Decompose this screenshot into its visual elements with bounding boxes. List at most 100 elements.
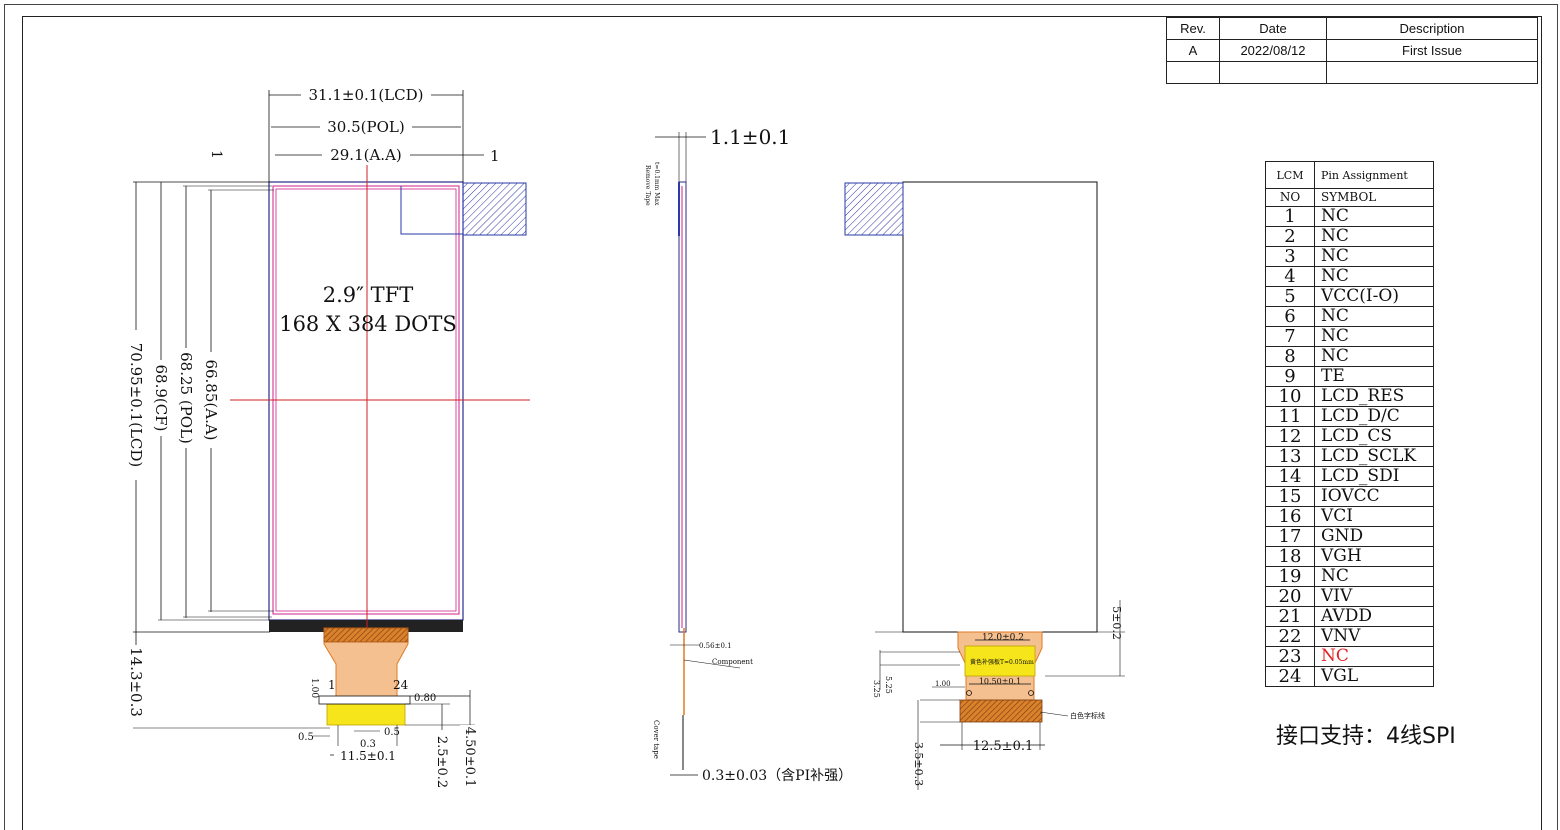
pin-first-label: 1 <box>328 678 336 692</box>
dim-fpc-width: 11.5±0.1 <box>340 749 396 763</box>
dim-fpc-thickness: 0.3±0.03（含PI补强） <box>702 768 852 784</box>
pin-number: 20 <box>1265 586 1315 607</box>
fpc-contacts <box>318 695 411 705</box>
pin-number: 11 <box>1265 406 1315 427</box>
back-view: 12.0±0.2 黄色补强板T=0.05mm 10.50±0.1 1.00 白色… <box>844 181 1125 790</box>
pin-row: 18 VGH <box>1265 546 1434 567</box>
pin-number: 16 <box>1265 506 1315 527</box>
fpc-stiffener <box>326 703 406 726</box>
pin-rows: 1 NC 2 NC 3 NC 4 NC 5 VCC(I-O) 6 NC 7 NC 8 NC 9 TE 10 LCD_R… <box>1265 206 1434 687</box>
dim-125: 12.5±0.1 <box>973 739 1034 754</box>
pin-symbol: LCD_SCLK <box>1314 446 1434 467</box>
dim-stiffener: 2.5±0.2 <box>434 736 449 788</box>
hatched-tab <box>462 182 527 236</box>
pin-symbol: NC <box>1314 206 1434 227</box>
note-cover-tape: Cover tape <box>652 720 660 759</box>
pin-number: 2 <box>1265 226 1315 247</box>
dim-fpc-length: 14.3±0.3 <box>127 647 145 717</box>
pin-symbol: VGH <box>1314 546 1434 567</box>
dim-325: 3.25 <box>872 680 881 698</box>
fpc-bonding <box>323 627 409 643</box>
pin-symbol: NC <box>1314 566 1434 587</box>
pin-row: 17 GND <box>1265 526 1434 547</box>
pin-symbol: NC <box>1314 326 1434 347</box>
col-symbol: SYMBOL <box>1314 188 1434 207</box>
note-component: Component <box>712 658 753 666</box>
dim-back-100: 1.00 <box>935 680 951 688</box>
back-hatched-tab <box>844 182 904 236</box>
display-resolution-label: 168 X 384 DOTS <box>279 312 457 336</box>
pin-row: 19 NC <box>1265 566 1434 587</box>
side-view: 1.1±0.1 Remove Tape t=0.1mm Max 0.56±0.1… <box>644 125 852 784</box>
display-size-label: 2.9″ TFT <box>323 283 414 307</box>
pin-symbol: VIV <box>1314 586 1434 607</box>
pin-number: 9 <box>1265 366 1315 387</box>
dim-pol-width: 30.5(POL) <box>327 118 404 136</box>
pin-row: 16 VCI <box>1265 506 1434 527</box>
pin-symbol: NC <box>1314 266 1434 287</box>
dim-pitch-05a: 0.5 <box>298 732 314 743</box>
pin-number: 23 <box>1265 646 1315 667</box>
note-056: 0.56±0.1 <box>699 642 732 650</box>
pin-number: 4 <box>1265 266 1315 287</box>
pin-assignment-table: LCM Pin Assignment NO SYMBOL 1 NC 2 NC 3 NC 4 N… <box>1265 161 1434 687</box>
pin-row: 24 VGL <box>1265 666 1434 687</box>
dim-1050: 10.50±0.1 <box>979 677 1021 686</box>
pin-row: 21 AVDD <box>1265 606 1434 627</box>
pin-number: 14 <box>1265 466 1315 487</box>
pin-symbol: NC <box>1314 246 1434 267</box>
pin-number: 13 <box>1265 446 1315 467</box>
pin-symbol: VCC(I-O) <box>1314 286 1434 307</box>
note-tape-thickness: t=0.1mm Max <box>653 162 660 206</box>
pin-symbol: LCD_D/C <box>1314 406 1434 427</box>
pin-symbol: VGL <box>1314 666 1434 687</box>
tab-guide <box>400 186 463 235</box>
back-contacts <box>959 699 1043 723</box>
dim-525: 5.25 <box>884 676 893 694</box>
pin-row: 22 VNV <box>1265 626 1434 647</box>
pin-number: 12 <box>1265 426 1315 447</box>
pin-row: 7 NC <box>1265 326 1434 347</box>
front-view: 31.1±0.1(LCD) 30.5(POL) 29.1(A.A) 1 1 2.… <box>126 84 530 788</box>
dim-120: 12.0±0.2 <box>982 633 1024 643</box>
pin-symbol: TE <box>1314 366 1434 387</box>
pin-symbol: LCD_SDI <box>1314 466 1434 487</box>
pin-number: 6 <box>1265 306 1315 327</box>
pin-row: 14 LCD_SDI <box>1265 466 1434 487</box>
dim-5: 5±0.2 <box>1110 606 1123 640</box>
dim-lcd-width: 31.1±0.1(LCD) <box>309 86 424 104</box>
dim-left-1: 1 <box>208 150 224 159</box>
pin-row: 6 NC <box>1265 306 1434 327</box>
lcd-outline <box>268 181 464 621</box>
pin-row: 20 VIV <box>1265 586 1434 607</box>
pin-row: 3 NC <box>1265 246 1434 267</box>
note-white-marking: 白色字标线 <box>1070 711 1105 720</box>
pin-symbol: AVDD <box>1314 606 1434 627</box>
interface-note: 接口支持：4线SPI <box>1276 724 1456 749</box>
pin-row: 11 LCD_D/C <box>1265 406 1434 427</box>
note-remove-tape: Remove Tape <box>644 165 651 206</box>
pin-number: 3 <box>1265 246 1315 267</box>
pin-symbol: VCI <box>1314 506 1434 527</box>
col-no: NO <box>1265 188 1315 207</box>
pin-number: 8 <box>1265 346 1315 367</box>
dim-thickness: 1.1±0.1 <box>710 125 790 149</box>
pin-symbol: GND <box>1314 526 1434 547</box>
pin-number: 18 <box>1265 546 1315 567</box>
dim-aa-width: 29.1(A.A) <box>330 146 402 164</box>
pin-symbol: NC <box>1314 646 1434 667</box>
pin-row: 13 LCD_SCLK <box>1265 446 1434 467</box>
dim-aa-height: 66.85(A.A) <box>202 359 220 440</box>
pin-symbol: IOVCC <box>1314 486 1434 507</box>
dim-lcd-height: 70.95±0.1(LCD) <box>127 343 145 468</box>
pin-symbol: NC <box>1314 346 1434 367</box>
pin-table-title-right: Pin Assignment <box>1314 161 1434 189</box>
dim-35: 3.5±0.3 <box>912 742 925 786</box>
pin-number: 17 <box>1265 526 1315 547</box>
dim-right-1: 1 <box>490 147 500 165</box>
pin-row: 9 TE <box>1265 366 1434 387</box>
dim-cf-height: 68.9(CF) <box>152 365 170 432</box>
dim-pitch-05b: 0.5 <box>384 727 400 738</box>
back-panel <box>902 181 1098 633</box>
pin-number: 1 <box>1265 206 1315 227</box>
